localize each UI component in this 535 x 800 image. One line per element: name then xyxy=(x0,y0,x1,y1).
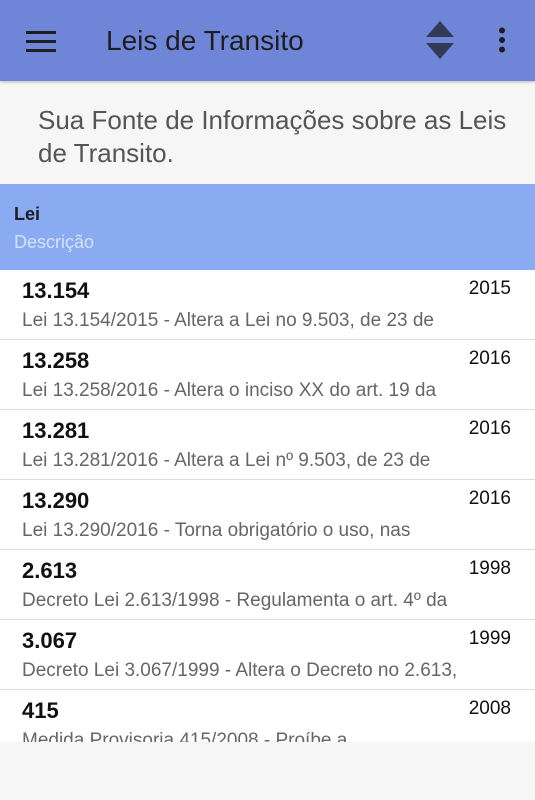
law-description: Medida Provisoria 415/2008 - Proíbe a xyxy=(22,730,348,742)
list-header xyxy=(0,184,535,270)
law-description: Lei 13.290/2016 - Torna obrigatório o us… xyxy=(22,520,411,541)
law-list-item[interactable]: 415 2008 Medida Provisoria 415/2008 - Pr… xyxy=(0,690,535,742)
law-description: Decreto Lei 3.067/1999 - Altera o Decret… xyxy=(22,660,458,681)
law-year: 1998 xyxy=(468,558,511,579)
sort-button[interactable] xyxy=(418,18,462,62)
law-list-item[interactable]: 2.613 1998 Decreto Lei 2.613/1998 - Regu… xyxy=(0,550,535,620)
law-description: Lei 13.154/2015 - Altera a Lei no 9.503,… xyxy=(22,310,434,331)
law-list-item[interactable]: 13.290 2016 Lei 13.290/2016 - Torna obri… xyxy=(0,480,535,550)
law-list-item[interactable]: 13.154 2015 Lei 13.154/2015 - Altera a L… xyxy=(0,270,535,340)
overflow-menu-button[interactable] xyxy=(486,18,518,62)
header-placeholder: Descrição xyxy=(14,232,95,252)
header-title: Lei xyxy=(14,204,41,224)
law-description: Decreto Lei 2.613/1998 - Regulamenta o a… xyxy=(22,590,448,611)
law-year: 2016 xyxy=(468,418,511,439)
hamburger-menu-icon xyxy=(26,31,56,52)
app-bar: Leis de Transito xyxy=(0,0,535,81)
law-list-item[interactable]: 3.067 1999 Decreto Lei 3.067/1999 - Alte… xyxy=(0,620,535,690)
law-list[interactable]: 13.154 2015 Lei 13.154/2015 - Altera a L… xyxy=(0,270,535,742)
app-title: Leis de Transito xyxy=(106,25,304,56)
law-number: 415 xyxy=(22,698,59,723)
law-number: 13.154 xyxy=(22,278,90,303)
law-year: 2016 xyxy=(468,348,511,369)
law-description: Lei 13.281/2016 - Altera a Lei nº 9.503,… xyxy=(22,450,431,471)
law-number: 13.281 xyxy=(22,418,90,443)
law-year: 2008 xyxy=(468,698,511,719)
more-vertical-icon xyxy=(499,27,505,53)
law-description: Lei 13.258/2016 - Altera o inciso XX do … xyxy=(22,380,437,401)
law-year: 1999 xyxy=(468,628,511,649)
menu-button[interactable] xyxy=(14,22,68,62)
sort-up-down-icon xyxy=(426,21,454,59)
law-number: 3.067 xyxy=(22,628,78,653)
law-number: 2.613 xyxy=(22,558,78,583)
law-list-item[interactable]: 13.258 2016 Lei 13.258/2016 - Altera o i… xyxy=(0,340,535,410)
law-number: 13.290 xyxy=(22,488,90,513)
law-year: 2016 xyxy=(468,488,511,509)
law-list-item[interactable]: 13.281 2016 Lei 13.281/2016 - Altera a L… xyxy=(0,410,535,480)
law-number: 13.258 xyxy=(22,348,90,373)
law-year: 2015 xyxy=(468,278,511,299)
subtitle-text: Sua Fonte de Informações sobre as Leis d… xyxy=(38,105,507,168)
